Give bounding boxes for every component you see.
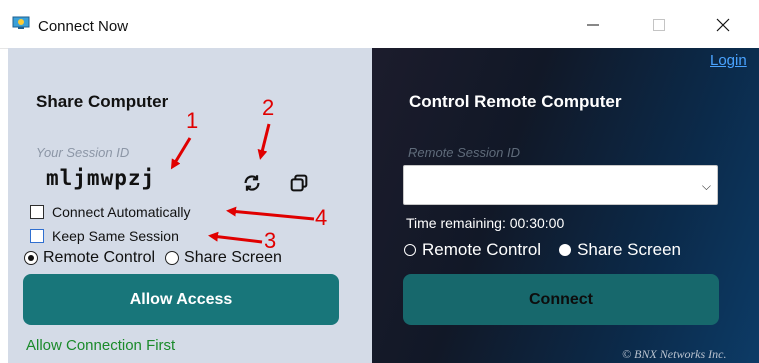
remote-control-radio[interactable] — [24, 251, 38, 265]
control-remote-control-radio[interactable] — [404, 244, 416, 256]
control-share-screen-label: Share Screen — [577, 240, 682, 259]
title-bar: Connect Now — [0, 0, 759, 49]
control-mode-radio-group: Remote Control Share Screen — [404, 240, 681, 260]
app-icon — [12, 16, 30, 29]
control-heading: Control Remote Computer — [409, 92, 622, 111]
minimize-icon — [587, 24, 599, 26]
annotation-1: 1 — [186, 108, 199, 133]
control-share-screen-radio[interactable] — [559, 244, 572, 256]
control-remote-control-label: Remote Control — [422, 240, 542, 259]
annotation-4: 4 — [315, 205, 328, 230]
maximize-button[interactable] — [636, 10, 682, 40]
keep-same-session-option[interactable]: Keep Same Session — [30, 226, 179, 246]
refresh-icon — [244, 175, 260, 191]
share-mode-radio-group: Remote Control Share Screen — [24, 249, 282, 267]
remote-session-id-combobox[interactable]: ⌵ — [403, 165, 718, 205]
copy-icon — [290, 174, 308, 192]
annotation-3: 3 — [264, 228, 277, 253]
maximize-icon — [653, 19, 665, 31]
minimize-button[interactable] — [570, 10, 616, 40]
connect-automatically-option[interactable]: Connect Automatically — [30, 202, 191, 222]
keep-same-session-checkbox[interactable] — [30, 229, 44, 243]
time-remaining: Time remaining: 00:30:00 — [406, 215, 565, 231]
annotation-2: 2 — [262, 95, 275, 120]
close-button[interactable] — [700, 10, 746, 40]
close-icon — [716, 18, 730, 32]
chevron-down-icon[interactable]: ⌵ — [702, 179, 711, 194]
app-window: Connect Now Share Computer Your Session … — [0, 0, 759, 363]
keep-same-session-label: Keep Same Session — [52, 228, 179, 244]
connect-automatically-checkbox[interactable] — [30, 205, 44, 219]
login-link[interactable]: Login — [710, 52, 747, 69]
copyright-text: © BNX Networks Inc. — [622, 347, 727, 361]
status-text: Allow Connection First — [26, 337, 176, 354]
window-title: Connect Now — [38, 18, 129, 35]
session-id-value: mljmwpzj — [46, 166, 156, 190]
connect-button[interactable]: Connect — [403, 274, 719, 325]
connect-automatically-label: Connect Automatically — [52, 204, 191, 220]
refresh-session-button[interactable] — [239, 170, 265, 196]
copy-session-button[interactable] — [286, 170, 312, 196]
allow-access-button[interactable]: Allow Access — [23, 274, 339, 325]
share-screen-radio[interactable] — [165, 251, 180, 265]
remote-session-id-label: Remote Session ID — [408, 145, 520, 160]
share-heading: Share Computer — [36, 92, 169, 111]
session-id-label: Your Session ID — [36, 145, 130, 160]
remote-control-label: Remote Control — [43, 249, 156, 266]
